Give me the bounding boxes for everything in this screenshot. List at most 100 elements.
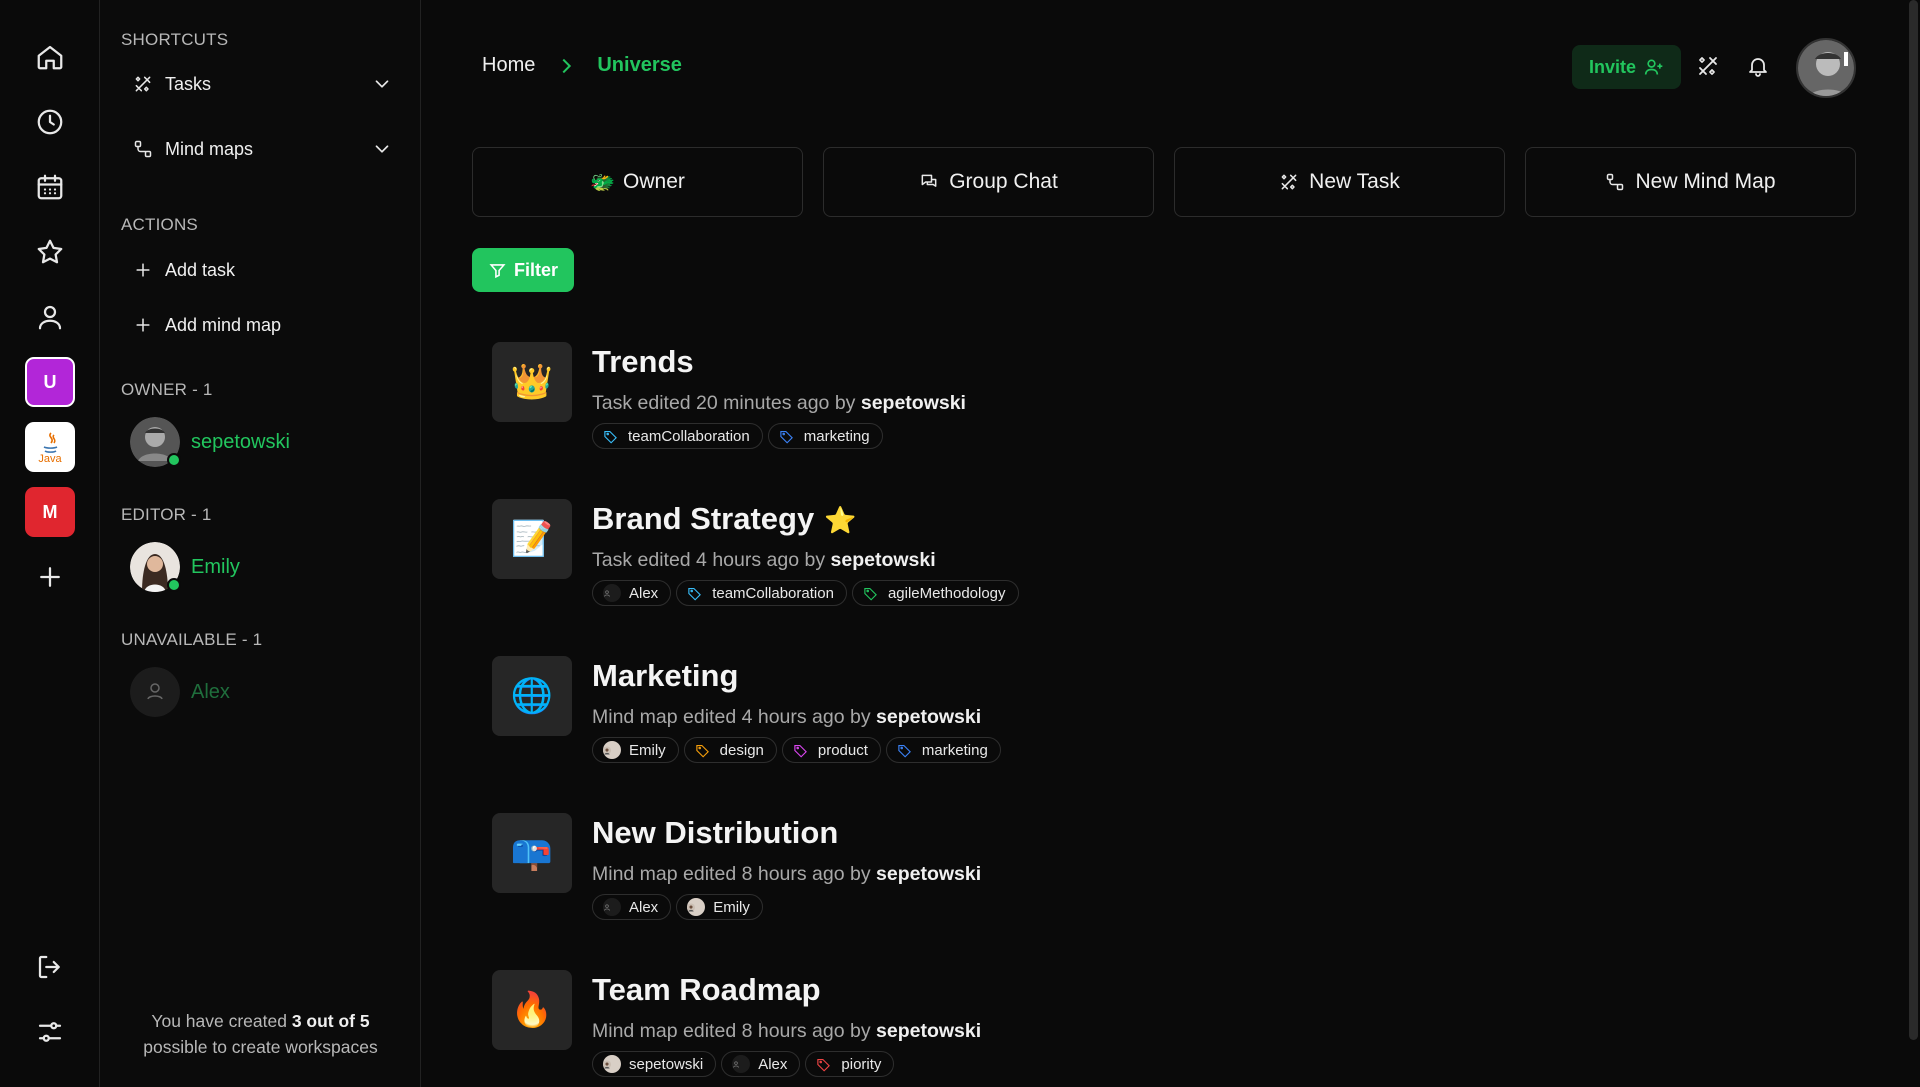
plus-icon (136, 318, 150, 332)
assignee-chip[interactable]: Alex (592, 894, 672, 920)
item-author: sepetowski (860, 392, 966, 414)
tag-chip[interactable]: piority (805, 1051, 895, 1077)
user-placeholder-icon (732, 1055, 751, 1073)
tag-chip[interactable]: marketing (767, 423, 883, 449)
list-item[interactable]: 👑 Trends Task edited 20 minutes ago by s… (492, 342, 1392, 462)
workspace-quota-note: You have created 3 out of 5 possible to … (100, 1008, 421, 1060)
clock-icon[interactable] (26, 98, 74, 146)
workspace-java[interactable]: Java (25, 422, 75, 472)
breadcrumb-home[interactable]: Home (482, 54, 535, 77)
tag-chip[interactable]: teamCollaboration (676, 580, 847, 606)
add-task-button[interactable]: Add task (133, 254, 393, 286)
quota-count: 3 out of 5 (291, 1011, 370, 1031)
member-sepetowski[interactable]: sepetowski (130, 417, 290, 467)
workspace-m[interactable]: M (25, 487, 75, 537)
item-author: sepetowski (876, 1020, 982, 1042)
item-emoji-icon[interactable]: 👑 (492, 342, 572, 422)
tag-chip[interactable]: marketing (885, 737, 1001, 763)
group-chat-button[interactable]: Group Chat (823, 147, 1154, 217)
item-title[interactable]: Trends (592, 344, 694, 380)
assignee-chip[interactable]: Alex (592, 580, 672, 606)
mindmap-icon (134, 140, 152, 158)
owner-title: OWNER - 1 (121, 380, 213, 399)
item-emoji: 👑 (510, 363, 554, 401)
filter-button[interactable]: Filter (472, 248, 574, 292)
editor-title: EDITOR - 1 (121, 505, 212, 524)
star-icon[interactable] (26, 228, 74, 276)
shortcuts-title: SHORTCUTS (121, 30, 229, 49)
calendar-icon[interactable] (26, 163, 74, 211)
bell-icon[interactable] (1746, 54, 1770, 78)
plus-icon (136, 263, 150, 277)
member-alex[interactable]: Alex (130, 667, 230, 717)
shortcut-mind-maps[interactable]: Mind maps (133, 133, 393, 165)
group-chat-label: Group Chat (949, 170, 1058, 193)
tasks-icon[interactable] (1696, 54, 1720, 78)
item-meta-text: Task edited 20 minutes ago by (592, 392, 861, 414)
assignee-chip[interactable]: Alex (721, 1051, 801, 1077)
item-emoji-icon[interactable]: 📪 (492, 813, 572, 893)
item-author: sepetowski (876, 706, 982, 728)
item-emoji-icon[interactable]: 🌐 (492, 656, 572, 736)
tag-chip[interactable]: teamCollaboration (592, 423, 763, 449)
list-item[interactable]: 📝 Brand Strategy ⭐ Task edited 4 hours ag… (492, 499, 1392, 619)
scrollbar[interactable] (1909, 0, 1918, 1040)
chevron-down-icon[interactable] (371, 73, 393, 95)
avatar (130, 542, 181, 592)
chip-label: Emily (713, 898, 750, 916)
item-title[interactable]: Marketing (592, 658, 738, 694)
tag-icon (695, 744, 709, 758)
new-mind-map-label: New Mind Map (1635, 170, 1776, 193)
item-meta-text: Mind map edited 8 hours ago by (592, 863, 877, 885)
breadcrumb-current[interactable]: Universe (597, 54, 682, 77)
item-title-text: Team Roadmap (592, 972, 821, 1007)
actions-title: ACTIONS (121, 215, 198, 234)
item-emoji-icon[interactable]: 🔥 (492, 970, 572, 1050)
chip-label: piority (841, 1055, 882, 1073)
item-emoji: 📪 (510, 834, 554, 872)
owner-button[interactable]: 🐲 Owner (472, 147, 803, 217)
item-title[interactable]: Brand Strategy ⭐ (592, 501, 857, 537)
shortcut-tasks[interactable]: Tasks (133, 68, 393, 100)
chip-label: Alex (629, 584, 659, 602)
list-item[interactable]: 🌐 Marketing Mind map edited 4 hours ago … (492, 656, 1392, 776)
shortcut-tasks-label: Tasks (165, 73, 212, 94)
tag-chip[interactable]: product (781, 737, 881, 763)
item-title[interactable]: Team Roadmap (592, 972, 821, 1008)
assignee-chip[interactable]: sepetowski (592, 1051, 717, 1077)
user-icon[interactable] (26, 293, 74, 341)
home-icon[interactable] (26, 33, 74, 81)
mini-avatar (603, 1055, 621, 1073)
list-item[interactable]: 🔥 Team Roadmap Mind map edited 8 hours a… (492, 970, 1392, 1087)
tag-icon (898, 744, 911, 758)
java-label: Java (38, 453, 62, 465)
new-mind-map-button[interactable]: New Mind Map (1525, 147, 1856, 217)
tasks-icon (135, 76, 151, 92)
quota-prefix: You have created (151, 1011, 292, 1031)
assignee-chip[interactable]: Emily (676, 894, 763, 920)
item-meta-text: Mind map edited 4 hours ago by (592, 706, 877, 728)
chevron-down-icon[interactable] (371, 138, 393, 160)
tag-chip[interactable]: design (683, 737, 777, 763)
invite-button[interactable]: Invite (1572, 45, 1681, 89)
list-item[interactable]: 📪 New Distribution Mind map edited 8 hou… (492, 813, 1392, 933)
current-user-avatar[interactable] (1796, 38, 1856, 98)
workspace-u[interactable]: U (25, 357, 75, 407)
member-emily[interactable]: Emily (130, 542, 240, 592)
breadcrumb: Home Universe (482, 54, 682, 77)
logout-icon[interactable] (26, 943, 74, 991)
chip-label: Emily (629, 741, 666, 759)
online-status-dot (167, 578, 181, 592)
tag-chip[interactable]: agileMethodology (851, 580, 1019, 606)
item-tags: Alex teamCollaboration agileMethodology (592, 580, 1019, 606)
new-task-button[interactable]: New Task (1174, 147, 1505, 217)
plus-icon[interactable] (26, 553, 74, 601)
assignee-chip[interactable]: Emily (592, 737, 679, 763)
filter-icon (489, 263, 506, 278)
chevron-right-icon (562, 58, 572, 73)
item-emoji-icon[interactable]: 📝 (492, 499, 572, 579)
add-mind-map-button[interactable]: Add mind map (133, 309, 393, 341)
settings-sliders-icon[interactable] (26, 1008, 74, 1056)
item-meta: Task edited 20 minutes ago by sepetowski (592, 392, 966, 415)
item-title[interactable]: New Distribution (592, 815, 838, 851)
